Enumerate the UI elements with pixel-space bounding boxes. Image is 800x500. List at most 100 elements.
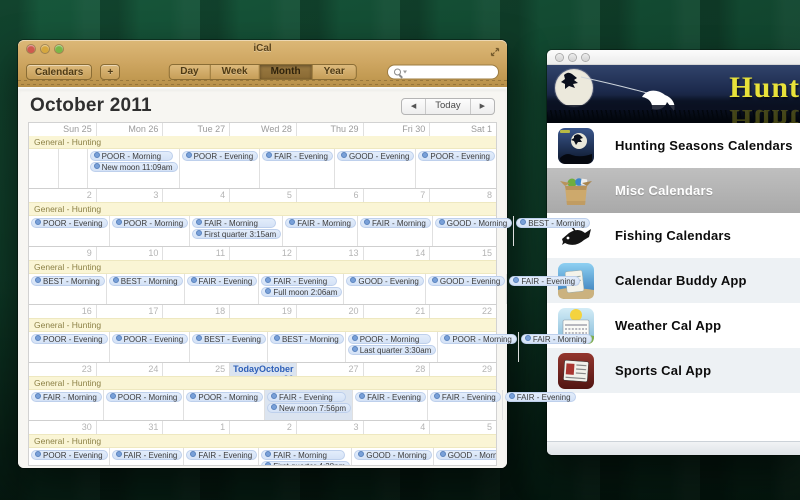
calendars-button[interactable]: Calendars [26, 64, 92, 80]
next-month-button[interactable]: ▶ [470, 99, 494, 114]
all-day-event-banner[interactable]: General - Hunting [29, 434, 496, 448]
day-cell[interactable]: GOOD - Evening [343, 274, 424, 304]
all-day-event-banner[interactable]: General - Hunting [29, 136, 496, 149]
event-pill[interactable]: POOR - Morning [348, 334, 432, 344]
date-cell[interactable]: 27 [296, 363, 363, 376]
date-cell[interactable]: 23 [29, 363, 96, 376]
event-pill[interactable]: POOR - Morning [440, 334, 517, 344]
day-cell[interactable]: FAIR - EveningFull moon 2:06am [258, 274, 343, 304]
event-pill[interactable]: GOOD - Evening [337, 151, 414, 161]
day-cell[interactable]: POOR - MorningNew moon 11:09am [87, 149, 179, 188]
minimize-button[interactable] [41, 45, 49, 53]
date-cell[interactable]: 19 [229, 305, 296, 318]
event-pill[interactable]: New moon 7:56pm [267, 403, 351, 413]
zoom-button[interactable] [55, 45, 63, 53]
search-field[interactable] [387, 65, 499, 80]
fullscreen-icon[interactable] [490, 44, 500, 54]
view-tab-day[interactable]: Day [169, 65, 209, 79]
event-pill[interactable]: FAIR - Evening [509, 276, 580, 286]
list-item-sports-cal-app[interactable]: Sports Cal App [547, 348, 800, 393]
date-cell[interactable]: 25 [162, 363, 229, 376]
event-pill[interactable]: FAIR - Morning [31, 392, 102, 402]
date-cell[interactable]: 12 [229, 247, 296, 260]
event-pill[interactable]: BEST - Morning [109, 276, 183, 286]
date-cell[interactable]: 30 [29, 421, 96, 434]
zoom-button[interactable] [582, 54, 589, 61]
event-pill[interactable]: POOR - Morning [186, 392, 263, 402]
date-cell[interactable]: 1 [162, 421, 229, 434]
day-cell[interactable]: FAIR - Morning [357, 216, 432, 246]
event-pill[interactable]: POOR - Morning [90, 151, 173, 161]
event-pill[interactable]: GOOD - Morning [435, 218, 512, 228]
date-cell[interactable]: 18 [162, 305, 229, 318]
view-tab-week[interactable]: Week [210, 65, 259, 79]
day-cell[interactable]: BEST - Morning [267, 332, 345, 362]
day-cell[interactable]: FAIR - MorningFirst quarter 4:38pm [258, 448, 351, 465]
event-pill[interactable]: GOOD - Morning [354, 450, 431, 460]
date-cell[interactable]: 6 [296, 189, 363, 202]
date-cell[interactable]: 21 [363, 305, 430, 318]
date-cell[interactable]: 14 [363, 247, 430, 260]
day-cell[interactable]: POOR - Morning [183, 390, 264, 420]
date-cell[interactable]: 20 [296, 305, 363, 318]
day-cell[interactable]: POOR - Morning [103, 390, 184, 420]
event-pill[interactable]: First quarter 4:38pm [261, 461, 350, 465]
day-cell[interactable]: GOOD - Evening [425, 274, 506, 304]
day-cell[interactable]: GOOD - Morning [351, 448, 432, 465]
minimize-button[interactable] [569, 54, 576, 61]
day-cell[interactable]: FAIR - Evening [259, 149, 334, 188]
day-cell[interactable]: BEST - Evening [189, 332, 267, 362]
event-pill[interactable]: BEST - Evening [192, 334, 266, 344]
event-pill[interactable]: FAIR - Evening [430, 392, 501, 402]
date-cell[interactable]: 16 [29, 305, 96, 318]
day-cell[interactable]: FAIR - Evening [109, 448, 184, 465]
event-pill[interactable]: BEST - Morning [516, 218, 590, 228]
date-cell[interactable]: 2 [229, 421, 296, 434]
day-cell[interactable]: FAIR - Evening [183, 448, 258, 465]
event-pill[interactable]: GOOD - Evening [346, 276, 423, 286]
list-item-calendar-buddy-app[interactable]: Calendar Buddy App [547, 258, 800, 303]
day-cell[interactable]: GOOD - Morning [432, 216, 513, 246]
date-cell[interactable]: 3 [296, 421, 363, 434]
date-cell[interactable]: 22 [429, 305, 496, 318]
event-pill[interactable]: FAIR - Evening [186, 450, 257, 460]
day-cell[interactable]: POOR - Evening [109, 332, 190, 362]
event-pill[interactable]: FAIR - Evening [261, 276, 337, 286]
date-cell[interactable]: 8 [429, 189, 496, 202]
date-cell[interactable]: 4 [162, 189, 229, 202]
search-input[interactable] [407, 66, 498, 79]
event-pill[interactable]: Last quarter 3:30am [348, 345, 437, 355]
event-pill[interactable]: FAIR - Evening [355, 392, 426, 402]
day-cell[interactable]: BEST - Morning [29, 274, 106, 304]
event-pill[interactable]: FAIR - Evening [262, 151, 333, 161]
event-pill[interactable]: FAIR - Morning [521, 334, 592, 344]
event-pill[interactable]: GOOD - Morning [436, 450, 496, 460]
list-item-misc-calendars[interactable]: Misc Calendars [547, 168, 800, 213]
date-cell[interactable]: 11 [162, 247, 229, 260]
day-cell[interactable]: POOR - Evening [415, 149, 496, 188]
today-button[interactable]: Today [425, 99, 469, 114]
date-cell[interactable]: 5 [429, 421, 496, 434]
day-cell[interactable]: FAIR - Morning [282, 216, 357, 246]
event-pill[interactable]: POOR - Evening [31, 218, 108, 228]
close-button[interactable] [556, 54, 563, 61]
event-pill[interactable]: FAIR - Evening [187, 276, 258, 286]
event-pill[interactable]: POOR - Evening [418, 151, 495, 161]
event-pill[interactable]: POOR - Evening [31, 334, 108, 344]
day-cell[interactable]: POOR - Morning [437, 332, 518, 362]
date-cell[interactable]: 7 [363, 189, 430, 202]
date-cell[interactable]: 15 [429, 247, 496, 260]
event-pill[interactable]: POOR - Morning [112, 218, 189, 228]
day-cell[interactable] [58, 149, 87, 188]
date-cell[interactable]: 17 [96, 305, 163, 318]
view-tab-year[interactable]: Year [312, 65, 356, 79]
day-cell[interactable]: POOR - MorningLast quarter 3:30am [345, 332, 438, 362]
day-cell[interactable]: GOOD - Morning [433, 448, 496, 465]
day-cell[interactable]: BEST - Morning [106, 274, 184, 304]
event-pill[interactable]: FAIR - Morning [360, 218, 431, 228]
all-day-event-banner[interactable]: General - Hunting [29, 318, 496, 332]
date-cell[interactable]: 24 [96, 363, 163, 376]
day-cell[interactable]: POOR - Evening [179, 149, 260, 188]
all-day-event-banner[interactable]: General - Hunting [29, 376, 496, 390]
day-cell[interactable]: POOR - Evening [29, 216, 109, 246]
